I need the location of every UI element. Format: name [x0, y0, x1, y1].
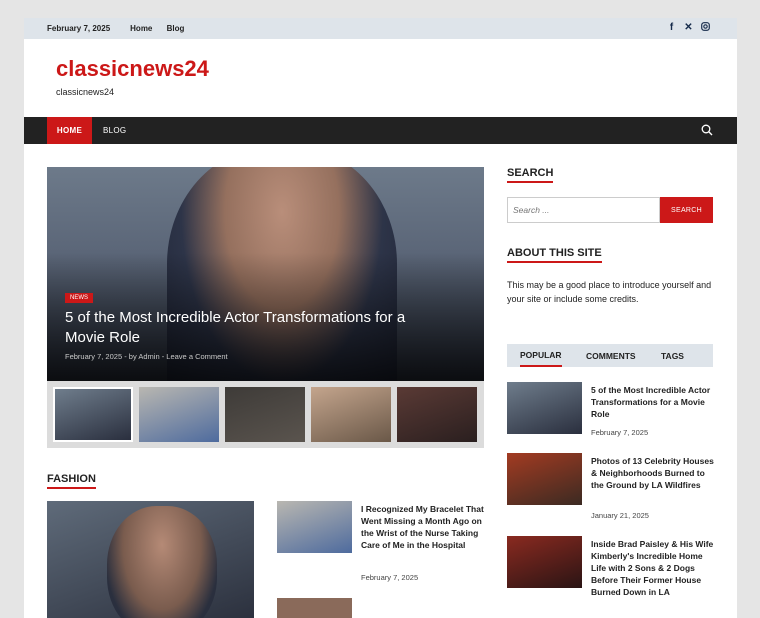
tab-popular[interactable]: POPULAR	[520, 344, 562, 367]
nav-item-blog[interactable]: BLOG	[103, 117, 126, 144]
site-title[interactable]: classicnews24	[56, 56, 209, 82]
about-widget-title: ABOUT THIS SITE	[507, 247, 602, 263]
main-nav: HOME BLOG	[24, 117, 737, 144]
search-widget-title: SEARCH	[507, 167, 554, 183]
slider-thumb-1[interactable]	[53, 387, 133, 442]
top-bar: February 7, 2025 Home Blog f ✕	[24, 18, 737, 39]
page-frame: February 7, 2025 Home Blog f ✕ classicne…	[24, 18, 737, 618]
search-button[interactable]: SEARCH	[660, 197, 713, 223]
instagram-icon[interactable]	[701, 22, 710, 35]
slider-thumb-3[interactable]	[225, 387, 305, 442]
featured-title[interactable]: 5 of the Most Incredible Actor Transform…	[65, 308, 445, 348]
post-thumbnail[interactable]	[507, 453, 582, 505]
post-title[interactable]: Inside Brad Paisley & His Wife Kimberly'…	[591, 538, 716, 598]
category-badge[interactable]: NEWS	[65, 293, 93, 303]
featured-slider[interactable]: NEWS 5 of the Most Incredible Actor Tran…	[47, 167, 484, 381]
post-thumbnail[interactable]	[507, 536, 582, 588]
slider-thumb-2[interactable]	[139, 387, 219, 442]
featured-meta: February 7, 2025 - by Admin - Leave a Co…	[65, 352, 228, 361]
post-title[interactable]: I Recognized My Bracelet That Went Missi…	[361, 503, 486, 551]
about-text: This may be a good place to introduce yo…	[507, 280, 712, 304]
featured-overlay	[47, 167, 484, 381]
slider-thumb-5[interactable]	[397, 387, 477, 442]
list-item[interactable]: Inside Brad Paisley & His Wife Kimberly'…	[507, 536, 717, 618]
post-date: January 21, 2025	[591, 511, 649, 520]
search-input[interactable]	[507, 197, 660, 223]
fashion-featured-image[interactable]	[47, 501, 254, 618]
x-icon[interactable]: ✕	[684, 22, 693, 35]
tab-comments[interactable]: COMMENTS	[586, 344, 636, 367]
header-date: February 7, 2025	[47, 24, 111, 33]
search-icon[interactable]	[701, 124, 713, 136]
site-description: classicnews24	[56, 87, 115, 97]
top-menu-blog[interactable]: Blog	[167, 24, 185, 33]
fashion-image-subject	[107, 506, 217, 618]
tab-tags[interactable]: TAGS	[661, 344, 684, 367]
slider-thumbnails	[47, 381, 484, 448]
top-menu-home[interactable]: Home	[130, 24, 152, 33]
nav-item-home[interactable]: HOME	[47, 117, 92, 144]
list-item[interactable]: 5 of the Most Incredible Actor Transform…	[507, 382, 717, 452]
list-item[interactable]: Photos of 13 Celebrity Houses & Neighbor…	[507, 453, 717, 533]
post-date: February 7, 2025	[591, 428, 649, 437]
post-date: February 7, 2025	[361, 573, 419, 582]
social-links: f ✕	[667, 22, 710, 35]
slider-thumb-4[interactable]	[311, 387, 391, 442]
top-menu: Home Blog	[130, 24, 196, 33]
post-thumbnail[interactable]	[277, 598, 352, 618]
post-title[interactable]: 5 of the Most Incredible Actor Transform…	[591, 384, 716, 420]
post-thumbnail[interactable]	[277, 501, 352, 553]
facebook-icon[interactable]: f	[667, 22, 676, 35]
fashion-section-title[interactable]: FASHION	[47, 473, 96, 489]
tabbed-widget: POPULAR COMMENTS TAGS	[507, 344, 713, 367]
post-thumbnail[interactable]	[507, 382, 582, 434]
post-title[interactable]: Photos of 13 Celebrity Houses & Neighbor…	[591, 455, 716, 491]
